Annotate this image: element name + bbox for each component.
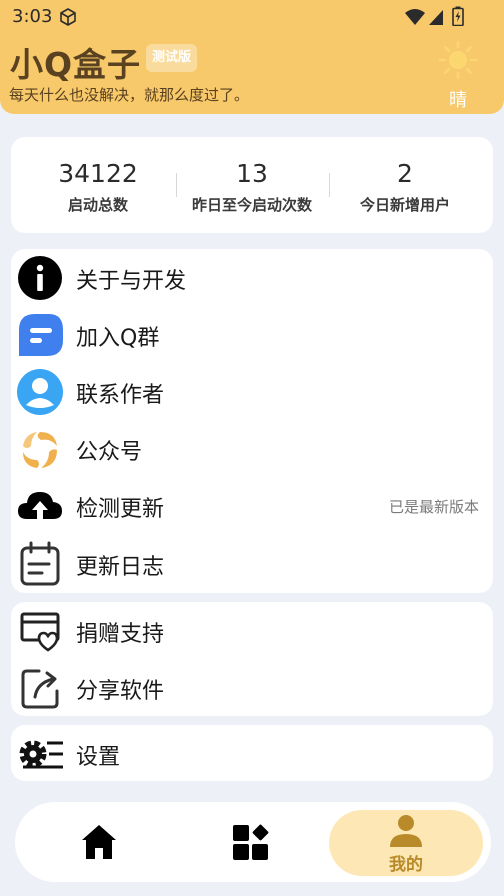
- nav-mine-tab[interactable]: 我的: [329, 810, 483, 876]
- user-icon: [17, 369, 63, 415]
- stat-label: 今日新增用户: [359, 196, 450, 214]
- menu-item-check-update[interactable]: 检测更新 已是最新版本: [11, 477, 493, 533]
- nav-mine-label: 我的: [389, 855, 423, 875]
- bottom-nav: 我的: [15, 802, 491, 882]
- app-subtitle: 每天什么也没解决，就那么度过了。: [9, 86, 250, 104]
- menu-item-changelog[interactable]: 更新日志: [11, 535, 493, 591]
- settings-icon: [19, 740, 63, 769]
- menu-label: 关于与开发: [76, 269, 187, 294]
- apps-icon[interactable]: [231, 822, 271, 862]
- status-bar: 3:03: [0, 0, 504, 34]
- menu-item-donate[interactable]: 捐赠支持: [11, 602, 493, 658]
- update-status: 已是最新版本: [388, 498, 479, 516]
- menu-item-settings[interactable]: 设置: [11, 725, 493, 781]
- menu-label: 公众号: [76, 440, 143, 465]
- cube-icon: [60, 8, 76, 26]
- stat-value: 34122: [58, 159, 138, 188]
- menu-card-support: 捐赠支持 分享软件: [11, 602, 493, 716]
- cloud-upload-icon: [18, 492, 62, 521]
- status-time: 3:03: [12, 6, 53, 27]
- stat-launches-since-yesterday: 13 昨日至今启动次数: [182, 157, 322, 217]
- app-header: 3:03 小Q盒子 测试版 每天什么也没解决，就那么度过了。 晴: [0, 0, 504, 114]
- stats-card: 34122 启动总数 13 昨日至今启动次数 2 今日新增用户: [11, 137, 493, 233]
- menu-item-about[interactable]: 关于与开发: [11, 249, 493, 305]
- share-icon: [21, 669, 59, 709]
- home-icon[interactable]: [79, 822, 119, 862]
- menu-label: 分享软件: [76, 679, 165, 704]
- stat-new-users-today: 2 今日新增用户: [335, 157, 475, 217]
- stat-value: 2: [397, 159, 413, 188]
- divider: [329, 173, 330, 197]
- divider: [176, 173, 177, 197]
- menu-label: 设置: [76, 745, 121, 770]
- donate-icon: [20, 612, 60, 652]
- menu-item-contact-author[interactable]: 联系作者: [11, 363, 493, 419]
- menu-label: 加入Q群: [76, 326, 160, 351]
- battery-icon: [452, 6, 464, 26]
- stat-total-launches: 34122 启动总数: [28, 157, 168, 217]
- stat-label: 启动总数: [67, 196, 128, 214]
- menu-label: 检测更新: [76, 497, 165, 522]
- wifi-icon: [405, 9, 425, 25]
- chat-bubble-icon: [19, 314, 63, 356]
- menu-item-share[interactable]: 分享软件: [11, 659, 493, 715]
- sun-icon: [438, 40, 478, 80]
- menu-label: 联系作者: [76, 383, 165, 408]
- app-title: 小Q盒子: [10, 45, 142, 84]
- signal-icon: [429, 10, 443, 25]
- weather-label: 晴: [449, 90, 467, 111]
- user-profile-icon: [390, 815, 422, 847]
- stat-label: 昨日至今启动次数: [191, 196, 312, 214]
- stat-value: 13: [236, 159, 268, 188]
- test-badge: 测试版: [146, 44, 198, 72]
- menu-card-settings: 设置: [11, 725, 493, 781]
- menu-label: 捐赠支持: [76, 622, 165, 647]
- menu-item-official-account[interactable]: 公众号: [11, 420, 493, 476]
- info-icon: [18, 256, 62, 300]
- calendar-log-icon: [20, 541, 60, 586]
- menu-item-join-group[interactable]: 加入Q群: [11, 306, 493, 362]
- menu-label: 更新日志: [76, 555, 165, 580]
- swirl-logo-icon: [23, 432, 57, 468]
- menu-card-main: 关于与开发 加入Q群 联系作者 公众号 检测更新 已是最新版本 更新日志: [11, 249, 493, 593]
